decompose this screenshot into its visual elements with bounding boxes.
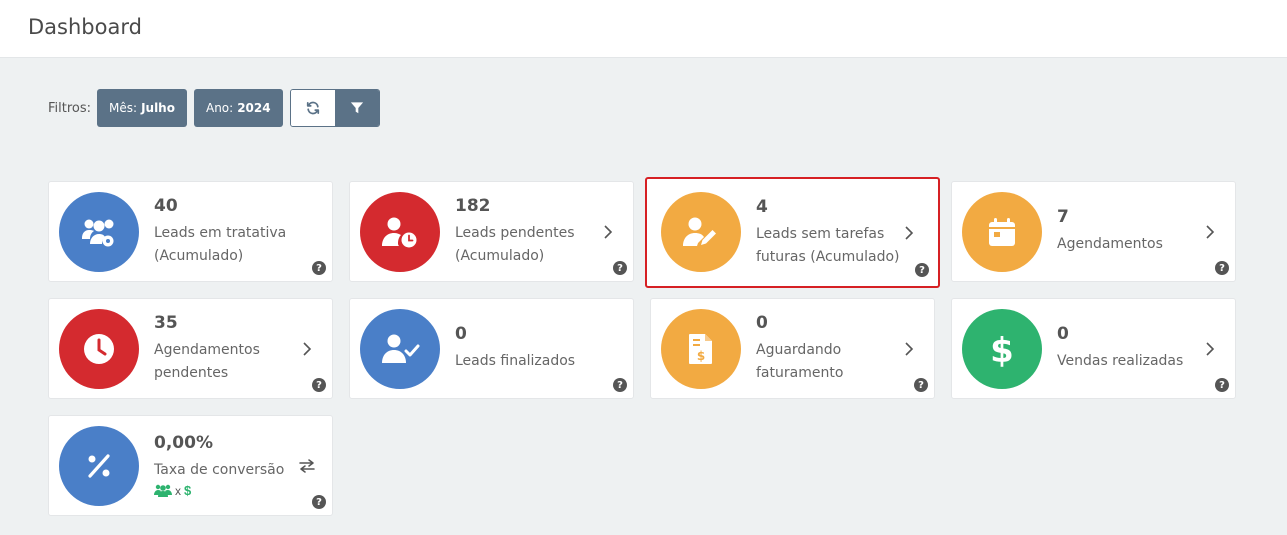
users-gear-icon <box>82 219 114 247</box>
card-label: Leads sem tarefas futuras (Acumulado) <box>756 225 900 265</box>
user-pen-icon <box>683 217 716 246</box>
card-agendamentos[interactable]: 7 Agendamentos ? <box>951 181 1236 282</box>
card-label: Leads pendentes (Acumulado) <box>455 224 575 264</box>
month-filter-value: Julho <box>141 101 175 115</box>
card-leads-sem-tarefas[interactable]: 4 Leads sem tarefas futuras (Acumulado) … <box>645 177 940 288</box>
card-icon-circle <box>360 192 440 272</box>
card-icon-circle <box>59 309 139 389</box>
card-icon-circle <box>360 309 440 389</box>
svg-text:$: $ <box>697 349 705 363</box>
percent-icon <box>88 454 110 478</box>
filter-button[interactable] <box>334 90 379 126</box>
card-label: Taxa de conversão <box>154 462 285 478</box>
filter-actions <box>289 89 380 127</box>
card-agendamentos-pendentes[interactable]: 35 Agendamentos pendentes ? <box>48 298 333 399</box>
card-aguardando-faturamento[interactable]: $ 0 Aguardando faturamento ? <box>650 298 935 399</box>
card-value: 0 <box>455 324 467 344</box>
card-label: Agendamentos pendentes <box>154 341 260 381</box>
chevron-right-icon[interactable] <box>900 340 918 358</box>
chevron-right-icon[interactable] <box>1201 340 1219 358</box>
formula-operator: x <box>175 483 181 498</box>
user-check-icon <box>382 334 420 363</box>
card-taxa-de-conversao[interactable]: 0,00% Taxa de conversão x $ ? <box>48 415 333 516</box>
card-label: Leads em tratativa (Acumulado) <box>154 224 287 264</box>
card-icon-circle <box>661 192 741 272</box>
year-filter-chip[interactable]: Ano: 2024 <box>193 89 283 127</box>
chevron-right-icon[interactable] <box>298 340 316 358</box>
dollar-icon: $ <box>990 331 1014 367</box>
help-icon[interactable]: ? <box>915 263 929 277</box>
help-icon[interactable]: ? <box>1215 378 1229 392</box>
top-bar: Dashboard <box>0 0 1287 58</box>
card-label: Vendas realizadas <box>1057 353 1184 369</box>
conversion-formula: x $ <box>154 483 304 498</box>
card-value: 4 <box>756 196 768 217</box>
card-leads-pendentes[interactable]: 182 Leads pendentes (Acumulado) ? <box>349 181 634 282</box>
refresh-icon <box>306 101 319 115</box>
help-icon[interactable]: ? <box>312 495 326 509</box>
year-filter-key: Ano: <box>205 101 234 115</box>
chevron-right-icon[interactable] <box>599 223 617 241</box>
filters-bar: Filtros: Mês: Julho Ano: 2024 <box>48 89 380 127</box>
calendar-icon <box>989 218 1015 246</box>
user-clock-icon <box>382 217 417 248</box>
month-filter-key: Mês: <box>109 101 138 115</box>
year-filter-value: 2024 <box>237 101 271 115</box>
card-leads-em-tratativa[interactable]: 40 Leads em tratativa (Acumulado) ? <box>48 181 333 282</box>
card-icon-circle <box>962 192 1042 272</box>
help-icon[interactable]: ? <box>312 378 326 392</box>
card-icon-circle <box>59 426 139 506</box>
users-icon <box>154 484 172 497</box>
month-filter-chip[interactable]: Mês: Julho <box>97 89 187 127</box>
page-title: Dashboard <box>28 15 142 39</box>
card-value: 182 <box>455 195 491 216</box>
card-value: 0,00% <box>154 433 213 453</box>
funnel-icon <box>350 102 363 114</box>
formula-dollar: $ <box>184 483 192 498</box>
invoice-dollar-icon: $ <box>689 334 712 364</box>
card-value: 35 <box>154 312 178 333</box>
card-vendas-realizadas[interactable]: $ 0 Vendas realizadas ? <box>951 298 1236 399</box>
help-icon[interactable]: ? <box>914 378 928 392</box>
help-icon[interactable]: ? <box>613 378 627 392</box>
chevron-right-icon[interactable] <box>1201 223 1219 241</box>
card-label: Aguardando faturamento <box>756 341 844 381</box>
card-value: 0 <box>1057 324 1069 344</box>
card-value: 7 <box>1057 207 1069 227</box>
card-value: 40 <box>154 195 178 216</box>
help-icon[interactable]: ? <box>613 261 627 275</box>
card-icon-circle: $ <box>661 309 741 389</box>
card-icon-circle <box>59 192 139 272</box>
clock-icon <box>84 334 114 364</box>
card-label: Leads finalizados <box>455 353 576 369</box>
help-icon[interactable]: ? <box>1215 261 1229 275</box>
chevron-right-icon[interactable] <box>900 224 918 242</box>
card-label: Agendamentos <box>1057 236 1163 252</box>
svg-text:$: $ <box>990 331 1014 367</box>
refresh-button[interactable] <box>290 90 335 126</box>
card-icon-circle: $ <box>962 309 1042 389</box>
swap-arrows-icon[interactable] <box>298 457 316 475</box>
card-leads-finalizados[interactable]: 0 Leads finalizados ? <box>349 298 634 399</box>
help-icon[interactable]: ? <box>312 261 326 275</box>
card-value: 0 <box>756 312 768 333</box>
filters-label: Filtros: <box>48 100 92 116</box>
